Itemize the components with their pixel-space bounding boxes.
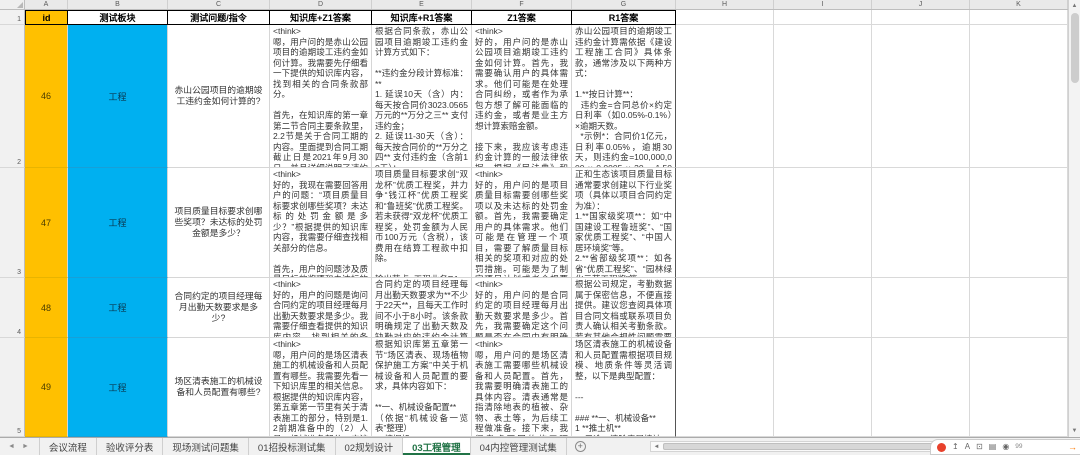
sheet-tab-bar: ◄ ► 会议流程 验收评分表 现场测试问题集 01招投标测试集 02规划设计 0… [0,437,1080,455]
cell-kb-z1-49[interactable]: <think> 嗯，用户问的是场区清表施工的机械设备和人员配置有哪些。我需要先看… [270,338,372,437]
upload-icon[interactable]: ↥ [952,443,959,451]
sheet-tab-meeting-flow[interactable]: 会议流程 [40,438,97,455]
sheet-tab-01-bidding[interactable]: 01招投标测试集 [249,438,336,455]
cell-r1-49[interactable]: 场区清表施工的机械设备和人员配置需根据项目规模、地质条件等灵活调整，以下是典型配… [572,338,676,437]
tab-nav: ◄ ► [0,438,40,455]
row-header-2[interactable]: 2 [0,25,25,168]
row-header-5[interactable]: 5 [0,338,25,437]
row-header-3[interactable]: 3 [0,168,25,278]
select-all-triangle-icon [17,2,23,8]
header-cell-kb-r1[interactable]: 知识库+R1答案 [372,10,472,25]
empty-cells-region[interactable] [676,25,1068,168]
column-header-K[interactable]: K [970,0,1068,9]
cell-kb-z1-47[interactable]: <think> 好的，我现在需要回答用户的问题：“项目质量目标要求创哪些奖项？未… [270,168,372,278]
screenshot-icon[interactable]: ⊡ [976,443,983,451]
cell-module-47[interactable]: 工程 [68,168,168,278]
cell-id-46[interactable]: 46 [25,25,68,168]
cell-module-49[interactable]: 工程 [68,338,168,437]
scroll-left-icon[interactable]: ◄ [651,444,662,450]
plus-icon: + [575,441,586,452]
sheet-tab-field-test-questions[interactable]: 现场测试问题集 [163,438,249,455]
column-header-E[interactable]: E [372,0,472,9]
empty-cells-region[interactable] [676,278,1068,338]
cell-kb-r1-47[interactable]: 项目质量目标要求创“双龙杯”优质工程奖，并力争“钱江杯”优质工程奖和“鲁班奖”优… [372,168,472,278]
column-header-G[interactable]: G [572,0,676,9]
cell-question-48[interactable]: 合同约定的项目经理每月出勤天数要求是多少? [168,278,270,338]
column-letters-row: A B C D E F G H I J K [0,0,1080,10]
cell-id-47[interactable]: 47 [25,168,68,278]
notification-badge: 99 [1015,444,1022,451]
cell-kb-r1-46[interactable]: 根据合同条款，赤山公园项目逾期竣工违约金计算方式如下： **违约金分段计算标准：… [372,25,472,168]
cell-question-49[interactable]: 场区清表施工的机械设备和人员配置有哪些? [168,338,270,437]
column-header-B[interactable]: B [68,0,168,9]
sheet-tab-02-planning[interactable]: 02规划设计 [336,438,404,455]
vertical-scrollbar[interactable]: ▲ ▼ [1068,0,1080,437]
select-all-button[interactable] [0,0,25,9]
palette-icon[interactable]: ◉ [1002,443,1009,451]
column-header-I[interactable]: I [774,0,872,9]
grid-tool-icon[interactable]: ▤ [989,443,997,451]
header-row: 1 id 测试板块 测试问题/指令 知识库+Z1答案 知识库+R1答案 Z1答案… [0,10,1068,25]
browser-extension-logo-icon[interactable] [937,443,946,452]
table-row: 3 47 工程 项目质量目标要求创哪些奖项？未达标的处罚金额是多少？ <thin… [0,168,1068,278]
header-cell-kb-z1[interactable]: 知识库+Z1答案 [270,10,372,25]
header-cell-id[interactable]: id [25,10,68,25]
column-header-F[interactable]: F [472,0,572,9]
tabs-scroll-left-icon[interactable]: ◄ [8,443,15,450]
table-row: 5 49 工程 场区清表施工的机械设备和人员配置有哪些? <think> 嗯，用… [0,338,1068,437]
column-header-H[interactable]: H [676,0,774,9]
table-row: 2 46 工程 赤山公园项目的逾期竣工违约金如何计算的? <think> 嗯，用… [0,25,1068,168]
cell-z1-47[interactable]: <think> 好的，用户问的是项目质量目标需要创哪些奖项以及未达标的处罚金额。… [472,168,572,278]
cell-kb-r1-48[interactable]: 合同约定的项目经理每月出勤天数要求为**不少于22天**，且每天工作时间不小于8… [372,278,472,338]
scroll-down-icon[interactable]: ▼ [1069,425,1080,437]
expand-arrow-icon[interactable]: → [1068,442,1077,452]
column-header-J[interactable]: J [872,0,970,9]
cell-z1-46[interactable]: <think> 好的，用户问的是赤山公园项目逾期竣工违约金如何计算。首先，我需要… [472,25,572,168]
sheet-tab-03-engineering-active[interactable]: 03工程管理 [403,438,471,455]
cell-id-48[interactable]: 48 [25,278,68,338]
cell-r1-46[interactable]: 赤山公园项目的逾期竣工违约金计算需依据《建设工程施工合同》具体条款，通常涉及以下… [572,25,676,168]
header-cell-module[interactable]: 测试板块 [68,10,168,25]
column-header-D[interactable]: D [270,0,372,9]
spreadsheet-app: A B C D E F G H I J K 1 id 测试板块 测试问题/指令 … [0,0,1080,455]
row-header-1[interactable]: 1 [0,10,25,25]
cell-z1-48[interactable]: <think> 好的，用户问的是合同约定的项目经理每月出勤天数要求是多少。首先，… [472,278,572,338]
vertical-scrollbar-thumb[interactable] [1071,13,1079,83]
cell-kb-r1-49[interactable]: 根据知识库第五章第一节“场区清表、现场植物保护施工方案”中关于机械设备和人员配置… [372,338,472,437]
cell-r1-48[interactable]: 根据公司规定，考勤数据属于保密信息，不便直接提供。建议您查阅具体项目合同文档或联… [572,278,676,338]
empty-cells-region[interactable] [676,10,1068,25]
column-header-C[interactable]: C [168,0,270,9]
add-sheet-button[interactable]: + [567,438,594,455]
cell-module-46[interactable]: 工程 [68,25,168,168]
cell-id-49[interactable]: 49 [25,338,68,437]
header-cell-question[interactable]: 测试问题/指令 [168,10,270,25]
header-cell-z1[interactable]: Z1答案 [472,10,572,25]
cell-question-47[interactable]: 项目质量目标要求创哪些奖项？未达标的处罚金额是多少？ [168,168,270,278]
empty-cells-region[interactable] [676,338,1068,437]
text-tool-icon[interactable]: A [965,443,970,451]
table-row: 4 48 工程 合同约定的项目经理每月出勤天数要求是多少? <think> 好的… [0,278,1068,338]
floating-toolbar: ↥ A ⊡ ▤ ◉ 99 → [930,439,1080,455]
header-cell-r1[interactable]: R1答案 [572,10,676,25]
scroll-up-icon[interactable]: ▲ [1069,0,1080,12]
tabs-scroll-right-icon[interactable]: ► [22,443,29,450]
column-header-A[interactable]: A [25,0,68,9]
empty-cells-region[interactable] [676,168,1068,278]
cell-z1-49[interactable]: <think> 嗯，用户问的是场区清表施工需要哪些机械设备和人员配置。首先，我需… [472,338,572,437]
cell-question-46[interactable]: 赤山公园项目的逾期竣工违约金如何计算的? [168,25,270,168]
cell-module-48[interactable]: 工程 [68,278,168,338]
row-header-4[interactable]: 4 [0,278,25,338]
sheet-tab-acceptance-score[interactable]: 验收评分表 [97,438,164,455]
cell-kb-z1-48[interactable]: <think> 好的，用户的问题是询问合同约定的项目经理每月出勤天数要求是多少。… [270,278,372,338]
cell-r1-47[interactable]: 正和生态该项目质量目标通常要求创建以下行业奖项（具体以项目合同约定为准）： 1.… [572,168,676,278]
cell-kb-z1-46[interactable]: <think> 嗯，用户问的是赤山公园项目的逾期竣工违约金如何计算。我需要先仔细… [270,25,372,168]
sheet-tab-04-internal-control[interactable]: 04内控管理测试集 [471,438,567,455]
